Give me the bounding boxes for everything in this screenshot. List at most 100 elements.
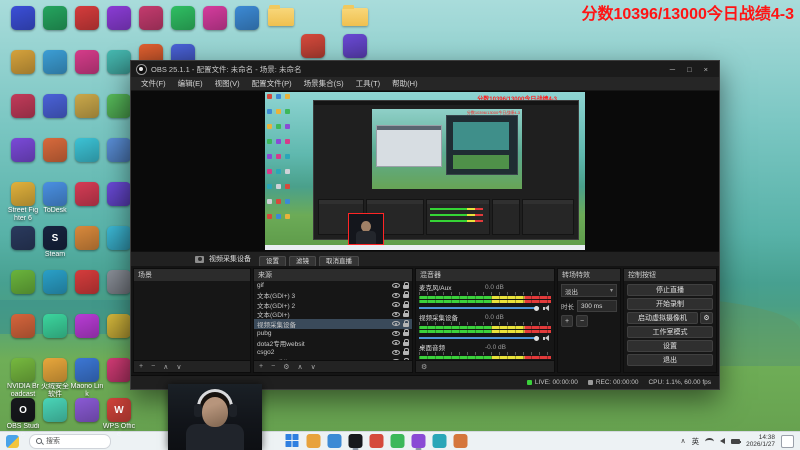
desktop-icon[interactable]: NVIDIA Broadcast bbox=[6, 358, 40, 399]
desktop-icon[interactable] bbox=[70, 182, 104, 206]
ime-indicator[interactable]: 英 bbox=[692, 436, 700, 447]
desktop-icon[interactable] bbox=[70, 50, 104, 74]
menu-item[interactable]: 视图(V) bbox=[209, 78, 246, 89]
obs-titlebar[interactable]: OBS 25.1.1 - 配置文件: 未命名 - 场景: 未命名 ─ □ × bbox=[131, 61, 719, 77]
control-button[interactable]: 设置 bbox=[627, 340, 713, 352]
eye-icon[interactable] bbox=[392, 359, 400, 360]
desktop-icon[interactable] bbox=[38, 94, 72, 118]
remove-icon[interactable]: − bbox=[271, 363, 275, 370]
maximize-button[interactable]: □ bbox=[681, 65, 698, 74]
desktop-icon[interactable] bbox=[6, 270, 40, 294]
desktop-folder-icon[interactable] bbox=[338, 4, 372, 28]
menu-item[interactable]: 场景集合(S) bbox=[298, 78, 350, 89]
source-row[interactable]: pubg bbox=[254, 329, 412, 339]
move-up-icon[interactable]: ∧ bbox=[297, 363, 302, 371]
source-row[interactable]: gif bbox=[254, 281, 412, 291]
desktop-icon[interactable] bbox=[296, 34, 330, 58]
lock-icon[interactable] bbox=[403, 300, 409, 308]
source-row[interactable]: 显示器采集 2 bbox=[254, 357, 412, 360]
control-button[interactable]: 停止直播 bbox=[627, 284, 713, 296]
duration-spinbox[interactable]: 300 ms bbox=[577, 300, 617, 312]
desktop-icon[interactable] bbox=[6, 314, 40, 338]
eye-icon[interactable] bbox=[392, 302, 400, 308]
source-row[interactable]: csgo2 bbox=[254, 348, 412, 358]
scenes-list[interactable] bbox=[134, 281, 250, 360]
eye-icon[interactable] bbox=[392, 340, 400, 346]
desktop-icon[interactable] bbox=[230, 6, 264, 30]
clock[interactable]: 14:38 2026/1/27 bbox=[746, 434, 775, 449]
remove-icon[interactable]: − bbox=[151, 363, 155, 370]
lock-icon[interactable] bbox=[403, 319, 409, 327]
eye-icon[interactable] bbox=[392, 311, 400, 317]
speaker-icon[interactable] bbox=[543, 305, 551, 311]
desktop-icon[interactable] bbox=[38, 6, 72, 30]
minimize-button[interactable]: ─ bbox=[664, 65, 681, 74]
desktop-icon[interactable] bbox=[338, 34, 372, 58]
lock-icon[interactable] bbox=[403, 348, 409, 356]
taskbar-app-icon[interactable] bbox=[327, 434, 342, 448]
taskbar-app-icon[interactable] bbox=[390, 434, 405, 448]
desktop-icon[interactable] bbox=[70, 226, 104, 250]
move-down-icon[interactable]: ∨ bbox=[176, 363, 181, 371]
add-transition-icon[interactable]: + bbox=[561, 315, 573, 327]
menu-item[interactable]: 工具(T) bbox=[350, 78, 387, 89]
desktop-icon[interactable]: 火绒安全软件 bbox=[38, 358, 72, 399]
source-row[interactable]: 视频采集设备 bbox=[254, 319, 412, 329]
source-row[interactable]: dota2专用websit bbox=[254, 338, 412, 348]
wifi-icon[interactable] bbox=[705, 437, 715, 445]
eye-icon[interactable] bbox=[392, 330, 400, 336]
desktop-icon[interactable] bbox=[70, 138, 104, 162]
source-row[interactable]: 文本(GDI+) bbox=[254, 310, 412, 319]
desktop-icon[interactable]: Street Fighter 6 bbox=[6, 182, 40, 223]
add-icon[interactable]: + bbox=[259, 363, 263, 370]
obs-preview[interactable]: 分数10396/13000今日战绩4-3 分数10396/13000今日战绩4-… bbox=[131, 91, 719, 251]
desktop-icon[interactable] bbox=[6, 94, 40, 118]
search-box[interactable]: 搜索 bbox=[29, 433, 111, 449]
source-row[interactable]: 文本(GDI+) 2 bbox=[254, 300, 412, 310]
menu-item[interactable]: 编辑(E) bbox=[172, 78, 209, 89]
desktop-icon[interactable] bbox=[38, 398, 72, 422]
taskbar-app-icon[interactable] bbox=[369, 434, 384, 448]
lock-icon[interactable] bbox=[403, 281, 409, 289]
taskbar-app-icon[interactable] bbox=[453, 434, 468, 448]
close-button[interactable]: × bbox=[698, 65, 714, 74]
taskbar-app-icon[interactable] bbox=[306, 434, 321, 448]
lock-icon[interactable] bbox=[403, 310, 409, 318]
desktop-folder-icon[interactable] bbox=[264, 4, 298, 28]
lock-icon[interactable] bbox=[403, 291, 409, 299]
taskbar-app-icon[interactable] bbox=[411, 434, 426, 448]
volume-icon[interactable] bbox=[720, 438, 726, 444]
desktop-icon[interactable]: S Steam bbox=[38, 226, 72, 259]
volume-slider[interactable] bbox=[419, 305, 539, 311]
desktop-icon[interactable] bbox=[6, 6, 40, 30]
desktop-icon[interactable] bbox=[70, 270, 104, 294]
desktop-icon[interactable]: ToDesk bbox=[38, 182, 72, 215]
start-button[interactable] bbox=[285, 434, 300, 449]
transition-select[interactable]: 淡出 ▾ bbox=[561, 284, 617, 297]
move-down-icon[interactable]: ∨ bbox=[311, 363, 316, 371]
eye-icon[interactable] bbox=[392, 349, 400, 355]
speaker-icon[interactable] bbox=[543, 335, 551, 341]
eye-icon[interactable] bbox=[392, 321, 400, 327]
source-row[interactable]: 文本(GDI+) 3 bbox=[254, 291, 412, 300]
control-button[interactable]: 启动虚拟摄像机 bbox=[627, 312, 698, 324]
desktop-icon[interactable] bbox=[70, 314, 104, 338]
desktop-icon[interactable] bbox=[70, 398, 104, 422]
desktop-icon[interactable] bbox=[70, 94, 104, 118]
taskbar-app-icon[interactable] bbox=[432, 434, 447, 448]
desktop-icon[interactable] bbox=[38, 314, 72, 338]
control-button[interactable]: 开始录制 bbox=[627, 298, 713, 310]
control-button[interactable]: 退出 bbox=[627, 354, 713, 366]
gear-icon[interactable]: ⚙ bbox=[421, 363, 427, 371]
volume-slider[interactable] bbox=[419, 335, 539, 341]
desktop-icon[interactable] bbox=[102, 6, 136, 30]
desktop-icon[interactable] bbox=[134, 6, 168, 30]
widgets-icon[interactable] bbox=[6, 434, 19, 448]
tray-overflow-icon[interactable]: ∧ bbox=[680, 437, 685, 445]
notification-center-icon[interactable] bbox=[781, 434, 794, 448]
desktop-icon[interactable] bbox=[6, 226, 40, 250]
lock-icon[interactable] bbox=[403, 329, 409, 337]
desktop-icon[interactable] bbox=[38, 270, 72, 294]
virtual-camera-settings-icon[interactable]: ⚙ bbox=[700, 312, 713, 324]
eye-icon[interactable] bbox=[392, 292, 400, 298]
